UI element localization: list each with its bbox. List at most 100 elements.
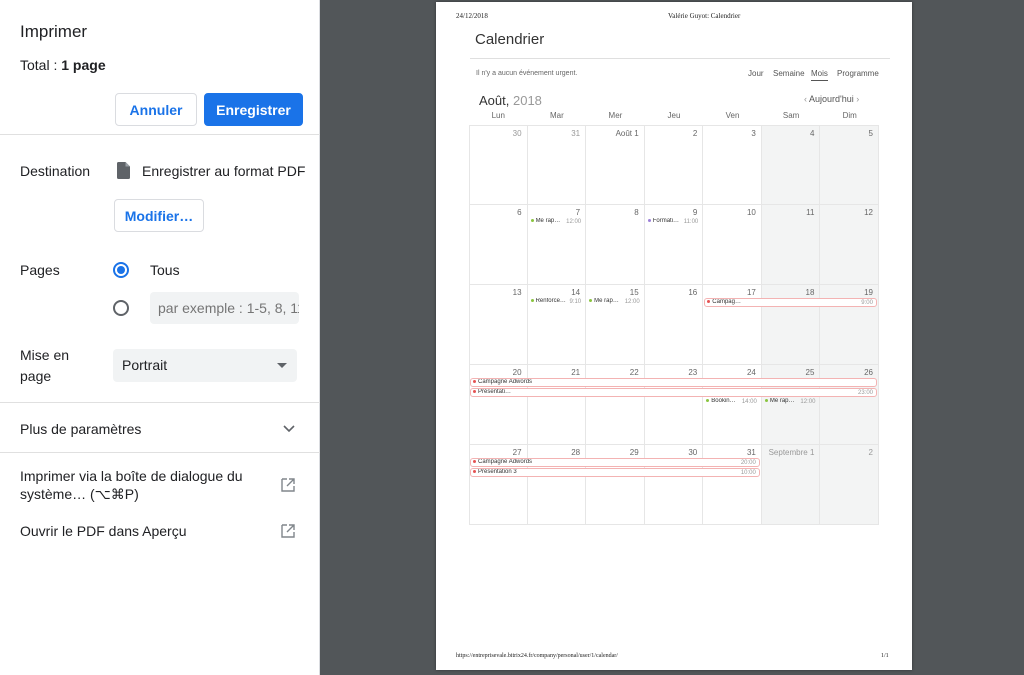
event-dot-icon [473, 469, 476, 473]
print-title: Imprimer [20, 22, 88, 41]
pages-custom-radio[interactable] [113, 300, 129, 316]
day-number: 11 [806, 208, 815, 217]
day-number: 13 [512, 288, 522, 297]
calendar-day-cell: 21 [527, 365, 587, 445]
calendar-day-cell: 30 [469, 125, 528, 205]
day-number: 5 [868, 129, 873, 138]
calendar-day-cell: 8 [586, 205, 645, 285]
open-external-icon[interactable] [281, 478, 295, 492]
chevron-down-icon[interactable] [282, 421, 296, 435]
event-dot-icon [473, 389, 476, 393]
event-dot-icon [473, 379, 476, 383]
event-title: Me rap… [535, 218, 561, 224]
total-pages: Total : 1 page [20, 57, 106, 73]
event-title: Bookin… [711, 398, 736, 404]
open-pdf-preview-link[interactable]: Ouvrir le PDF dans Aperçu [20, 523, 187, 539]
day-header: Sam [782, 111, 800, 120]
calendar-day-cell: 26 [820, 365, 879, 445]
destination-value: Enregistrer au format PDF [142, 163, 306, 179]
layout-label-line2: page [20, 368, 52, 384]
calendar-event: Me rap… 12:00 [529, 218, 585, 227]
event-time: 23:00 [857, 390, 873, 396]
event-title: Campagne Adwords [478, 379, 533, 385]
calendar-day-cell: 3 [703, 125, 762, 205]
page-header-title: Valérie Guyot: Calendrier [668, 12, 741, 20]
day-number: 24 [746, 368, 756, 377]
month-label: Août, 2018 [479, 93, 542, 108]
event-title: Me rap… [769, 398, 795, 404]
calendar-day-cell: 10 [703, 205, 762, 285]
day-number: 25 [805, 368, 815, 377]
modify-destination-button[interactable]: Modifier… [114, 199, 204, 232]
event-title: Présentati… [478, 389, 512, 395]
calendar-event: Présentation 3 10:00 [470, 468, 760, 477]
calendar-event: Campagne Adwords [470, 378, 877, 387]
calendar-day-cell: 14 [527, 285, 587, 365]
month-name: Août, [479, 93, 510, 108]
calendar-day-cell: 19 [820, 285, 879, 365]
calendar-day-cell: 31 [527, 125, 587, 205]
chevron-left-icon: ‹ [804, 94, 807, 104]
pages-all-label: Tous [150, 262, 180, 278]
calendar-event: Campag… 9:00 [704, 298, 877, 307]
event-title: Formati… [652, 218, 680, 224]
divider [0, 402, 320, 403]
event-title: Me rap… [594, 298, 619, 304]
day-header: Mer [608, 111, 623, 120]
event-dot-icon [647, 218, 651, 222]
event-dot-icon [473, 459, 476, 463]
calendar-day-cell: Août 1 [586, 125, 645, 205]
cancel-button[interactable]: Annuler [115, 93, 197, 126]
calendar-day-cell: 28 [527, 445, 587, 525]
pages-range-input[interactable] [150, 292, 299, 324]
day-number: 8 [634, 208, 639, 217]
more-settings-toggle[interactable]: Plus de paramètres [20, 421, 141, 437]
event-dot-icon [764, 398, 768, 402]
calendar-day-cell: 22 [586, 365, 645, 445]
day-number: Août 1 [615, 129, 639, 138]
view-tab-day: Jour [748, 69, 764, 78]
day-header: Dim [842, 111, 857, 120]
day-number: 30 [688, 448, 698, 457]
calendar-day-cell: Septembre 1 [761, 445, 821, 525]
day-number: 31 [746, 448, 756, 457]
pages-label: Pages [20, 262, 60, 278]
open-external-icon[interactable] [281, 524, 295, 538]
day-number: 30 [512, 129, 522, 138]
total-value: 1 page [61, 57, 106, 73]
layout-select[interactable]: Portrait [113, 349, 297, 382]
print-preview-page: 24/12/2018 Valérie Guyot: Calendrier Cal… [436, 2, 912, 670]
calendar-day-cell: 9 [644, 205, 704, 285]
event-time: 9:00 [861, 300, 873, 306]
layout-label: Mise en [20, 347, 70, 363]
page-footer-number: 1/1 [881, 653, 889, 659]
month-grid: Lun Mar Mer Jeu Ven Sam Dim 30 31 Août 1234567891… [469, 111, 879, 526]
calendar-day-cell: 16 [644, 285, 704, 365]
caret-down-icon [277, 363, 287, 368]
calendar-event: Me rap… 12:00 [763, 398, 819, 407]
calendar-day-cell: 23 [644, 365, 704, 445]
month-nav: ‹ Aujourd'hui › [804, 94, 859, 104]
calendar-event: Campagne Adwords 20:00 [470, 458, 760, 467]
calendar-event: Formati… 11:00 [646, 218, 702, 227]
save-button[interactable]: Enregistrer [204, 93, 303, 126]
calendar-event: Me rap… 12:00 [587, 298, 643, 307]
system-dialog-link[interactable]: Imprimer via la boîte de dialogue du [20, 468, 243, 484]
calendar-day-cell: 27 [469, 445, 528, 525]
event-time: 10:00 [740, 470, 756, 476]
calendar-day-cell: 31 [703, 445, 762, 525]
day-number: 28 [571, 448, 581, 457]
view-tab-schedule: Programme [837, 69, 879, 78]
day-header: Lun [491, 111, 505, 120]
event-title: Présentation 3 [478, 469, 517, 475]
event-title: Campagne Adwords [478, 459, 533, 465]
layout-select-value: Portrait [122, 357, 168, 373]
view-tab-week: Semaine [773, 69, 805, 78]
calendar-title: Calendrier [475, 31, 545, 48]
event-time: 9:10 [569, 299, 582, 305]
pages-all-radio[interactable] [113, 262, 129, 278]
day-header: Ven [725, 111, 740, 120]
event-time: 20:00 [740, 460, 756, 466]
system-dialog-link-line2[interactable]: système… (⌥⌘P) [20, 486, 139, 503]
divider [0, 452, 320, 453]
